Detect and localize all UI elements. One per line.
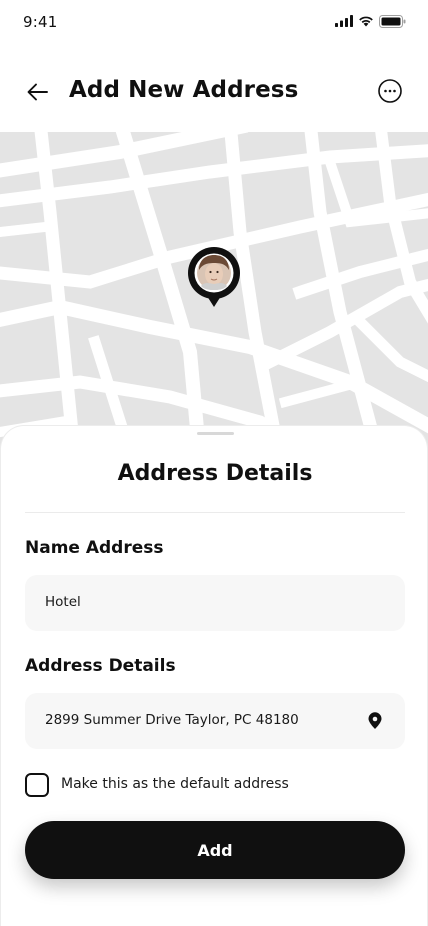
page-title: Add New Address <box>69 77 299 103</box>
status-icons <box>335 14 406 28</box>
address-details-value: 2899 Summer Drive Taylor, PC 48180 <box>45 712 299 728</box>
location-pin-icon <box>368 712 382 729</box>
cellular-signal-icon <box>335 15 353 27</box>
address-details-sheet: Address Details Name Address Hotel Addre… <box>0 425 428 926</box>
location-pin-button[interactable] <box>366 712 384 730</box>
sheet-drag-handle[interactable] <box>197 432 234 435</box>
name-address-value: Hotel <box>45 594 81 610</box>
header: Add New Address <box>0 64 428 120</box>
address-details-input[interactable]: 2899 Summer Drive Taylor, PC 48180 <box>25 693 405 749</box>
status-time: 9:41 <box>23 13 58 31</box>
wifi-icon <box>359 16 373 27</box>
add-button[interactable]: Add <box>25 821 405 879</box>
status-bar: 9:41 <box>0 0 428 44</box>
sheet-title: Address Details <box>117 461 313 486</box>
default-address-checkbox[interactable] <box>25 773 49 797</box>
name-address-label: Name Address <box>25 538 164 558</box>
more-options-button[interactable] <box>378 79 402 103</box>
back-button[interactable] <box>24 78 52 106</box>
name-address-input[interactable]: Hotel <box>25 575 405 631</box>
avatar-pin-icon <box>188 247 240 307</box>
arrow-left-icon <box>27 83 48 101</box>
divider <box>25 512 405 513</box>
add-button-label: Add <box>197 840 233 860</box>
default-address-label: Make this as the default address <box>61 776 289 792</box>
address-details-label: Address Details <box>25 656 176 676</box>
location-marker[interactable] <box>187 246 241 310</box>
battery-icon <box>379 14 406 28</box>
more-horizontal-circle-icon <box>378 79 402 103</box>
